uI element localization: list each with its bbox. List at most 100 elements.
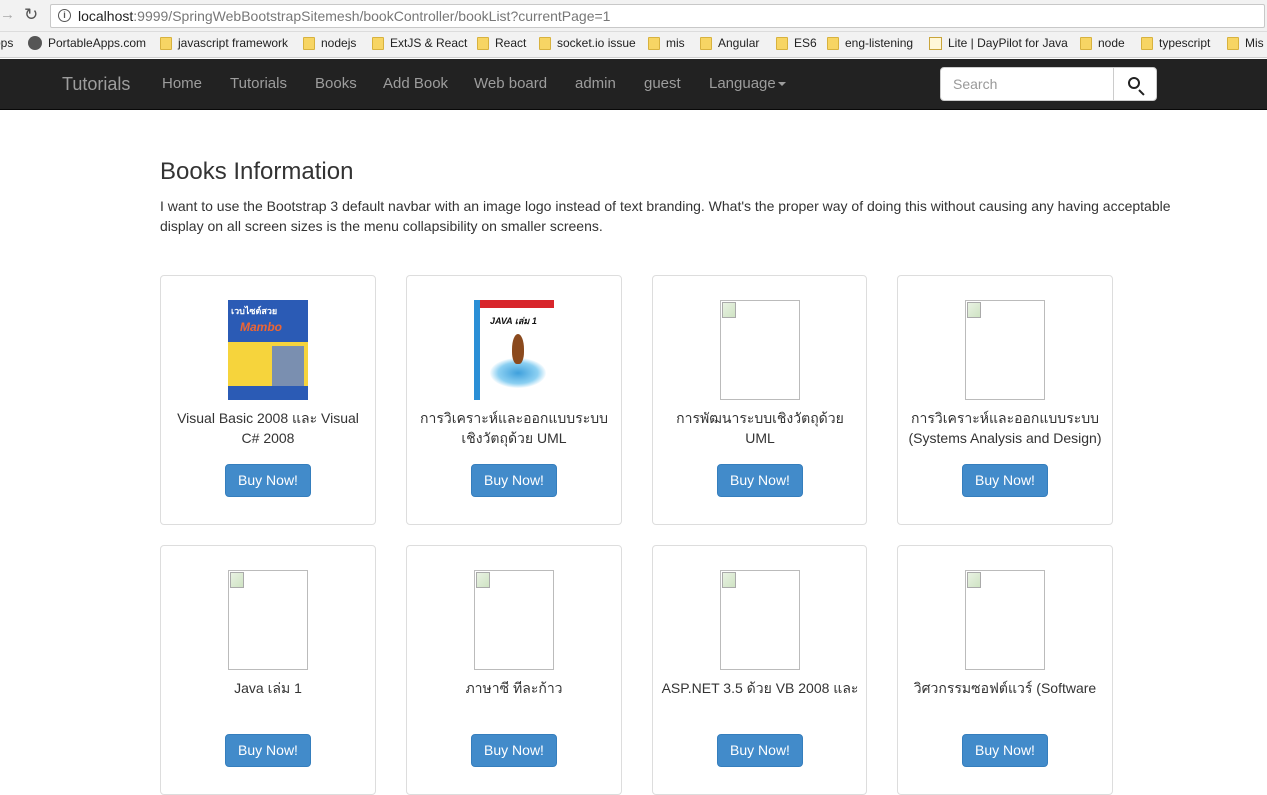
browser-toolbar: → ↻ i localhost:9999/SpringWebBootstrapS…: [0, 0, 1267, 32]
nav-link-books[interactable]: Books: [315, 75, 357, 92]
cover-text: JAVA เล่ม 1: [490, 316, 537, 326]
nav-link-add-book[interactable]: Add Book: [383, 75, 448, 92]
bookmark-es6[interactable]: ES6: [776, 36, 817, 50]
bookmark-label: Mis: [1245, 36, 1264, 50]
folder-icon: [648, 36, 660, 50]
bookmark-label: Lite | DayPilot for Java: [948, 36, 1068, 50]
bookmark-label: javascript framework: [178, 36, 289, 50]
nav-link-guest[interactable]: guest: [644, 75, 681, 92]
bookmark-ops[interactable]: ops: [0, 36, 13, 50]
buy-now-button[interactable]: Buy Now!: [717, 464, 803, 497]
folder-icon: [700, 36, 712, 50]
buy-now-button[interactable]: Buy Now!: [471, 734, 557, 767]
bookmark-label: PortableApps.com: [48, 36, 147, 50]
bookmark-angular[interactable]: Angular: [700, 36, 759, 50]
buy-now-button[interactable]: Buy Now!: [225, 734, 311, 767]
folder-icon: [1141, 36, 1153, 50]
intro-text: I want to use the Bootstrap 3 default na…: [160, 198, 1171, 234]
search-button[interactable]: [1113, 67, 1157, 101]
book-title: การวิเคราะห์และออกแบบระบบ (Systems Analy…: [908, 410, 1102, 446]
cover-text: Mambo: [240, 320, 282, 334]
nav-link-admin[interactable]: admin: [575, 75, 616, 92]
navbar-brand[interactable]: Tutorials: [62, 74, 130, 95]
book-card: JAVA เล่ม 1 การวิเคราะห์และออกแบบระบบเชิ…: [406, 275, 622, 525]
url-path: :9999/SpringWebBootstrapSitemesh/bookCon…: [133, 8, 611, 24]
folder-icon: [372, 36, 384, 50]
site-navbar: Tutorials Home Tutorials Books Add Book …: [0, 59, 1267, 110]
broken-image-icon: [720, 570, 800, 670]
book-card: ภาษาซี ทีละก้าว Buy Now!: [406, 545, 622, 795]
address-bar[interactable]: i localhost:9999/SpringWebBootstrapSitem…: [50, 4, 1265, 28]
bookmark-socketio-issue[interactable]: socket.io issue: [539, 36, 636, 50]
buy-now-button[interactable]: Buy Now!: [717, 734, 803, 767]
language-dropdown[interactable]: Language: [709, 75, 786, 92]
bookmark-label: ES6: [794, 36, 817, 50]
folder-icon: [539, 36, 551, 50]
folder-icon: [477, 36, 489, 50]
bookmark-label: nodejs: [321, 36, 357, 50]
url-text: localhost:9999/SpringWebBootstrapSitemes…: [78, 8, 610, 24]
book-title: Java เล่ม 1: [234, 680, 302, 696]
bookmark-eng-listening[interactable]: eng-listening: [827, 36, 913, 50]
book-card: Java เล่ม 1 Buy Now!: [160, 545, 376, 795]
book-title: Visual Basic 2008 และ Visual C# 2008: [177, 410, 359, 446]
search-input[interactable]: [940, 67, 1114, 101]
book-title: การวิเคราะห์และออกแบบระบบเชิงวัตถุด้วย U…: [419, 410, 609, 446]
broken-image-icon: [474, 570, 554, 670]
search-icon: [1128, 77, 1140, 89]
nav-link-home[interactable]: Home: [162, 75, 202, 92]
bookmark-label: Angular: [718, 36, 760, 50]
book-cover-image: JAVA เล่ม 1: [474, 300, 554, 400]
buy-now-button[interactable]: Buy Now!: [962, 464, 1048, 497]
bookmark-label: mis: [666, 36, 685, 50]
book-card: การพัฒนาระบบเชิงวัตถุด้วย UML Buy Now!: [652, 275, 867, 525]
bookmark-label: eng-listening: [845, 36, 914, 50]
buy-now-button[interactable]: Buy Now!: [962, 734, 1048, 767]
bookmark-label: socket.io issue: [557, 36, 636, 50]
bookmark-node[interactable]: node: [1080, 36, 1125, 50]
cover-text: เวบไซต์สวย: [231, 306, 278, 316]
bookmark-daypilot[interactable]: Lite | DayPilot for Java: [929, 36, 1069, 50]
reload-icon[interactable]: ↻: [24, 5, 38, 25]
folder-icon: [776, 36, 788, 50]
bookmark-label: node: [1098, 36, 1125, 50]
folder-icon: [303, 36, 315, 50]
book-card: เวบไซต์สวย Mambo Visual Basic 2008 และ V…: [160, 275, 376, 525]
broken-image-icon: [965, 570, 1045, 670]
bookmark-portableapps[interactable]: PortableApps.com: [28, 36, 146, 50]
nav-link-web-board[interactable]: Web board: [474, 75, 547, 92]
bookmark-nodejs[interactable]: nodejs: [303, 36, 356, 50]
bookmark-label: typescript: [1159, 36, 1211, 50]
info-icon[interactable]: i: [58, 9, 71, 22]
folder-icon: [160, 36, 172, 50]
page-icon: [929, 36, 942, 50]
forward-icon[interactable]: →: [0, 6, 15, 23]
nav-link-tutorials[interactable]: Tutorials: [230, 75, 287, 92]
page-title: Books Information: [160, 158, 354, 185]
buy-now-button[interactable]: Buy Now!: [225, 464, 311, 497]
folder-icon: [1227, 36, 1239, 50]
folder-icon: [827, 36, 839, 50]
url-host: localhost: [78, 8, 134, 24]
caret-down-icon: [777, 82, 786, 87]
bookmark-label: ExtJS & React: [390, 36, 468, 50]
bookmark-mis-2[interactable]: Mis: [1227, 36, 1264, 50]
book-card: ASP.NET 3.5 ด้วย VB 2008 และ Buy Now!: [652, 545, 867, 795]
book-title: ภาษาซี ทีละก้าว: [465, 680, 563, 696]
book-cover-image: เวบไซต์สวย Mambo: [228, 300, 308, 400]
portableapps-icon: [28, 36, 42, 50]
broken-image-icon: [720, 300, 800, 400]
bookmarks-bar: ops PortableApps.com javascript framewor…: [0, 32, 1267, 58]
bookmark-react[interactable]: React: [477, 36, 526, 50]
book-title: การพัฒนาระบบเชิงวัตถุด้วย UML: [676, 410, 844, 446]
bookmark-mis[interactable]: mis: [648, 36, 685, 50]
folder-icon: [1080, 36, 1092, 50]
bookmark-javascript-framework[interactable]: javascript framework: [160, 36, 288, 50]
bookmark-typescript[interactable]: typescript: [1141, 36, 1210, 50]
broken-image-icon: [228, 570, 308, 670]
buy-now-button[interactable]: Buy Now!: [471, 464, 557, 497]
bookmark-extjs-react[interactable]: ExtJS & React: [372, 36, 467, 50]
language-label: Language: [709, 75, 776, 92]
book-title: ASP.NET 3.5 ด้วย VB 2008 และ: [661, 680, 859, 696]
bookmark-label: React: [495, 36, 527, 50]
